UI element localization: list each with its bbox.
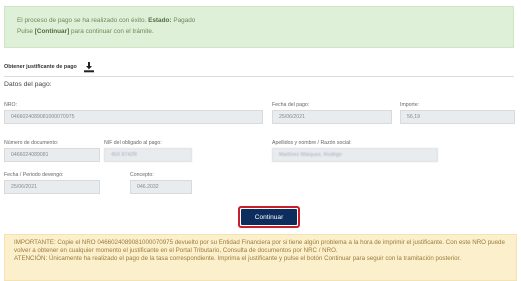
num-documento-label: Número de documento: (4, 140, 59, 146)
status-label: Estado: (148, 17, 172, 24)
warning-alert: IMPORTANTE: Copie el NRO 046602408908100… (4, 234, 517, 281)
justificante-label[interactable]: Obtener justificante de pago (4, 64, 77, 70)
nif-label: NIF del obligado al pago: (104, 140, 162, 146)
devengo-label: Fecha / Periodo devengo: (4, 172, 64, 178)
concepto-label: Concepto: (130, 172, 154, 178)
num-documento-field: 0466024089081 (4, 148, 100, 162)
nif-field: 45X 8742R (104, 148, 192, 162)
nro-label: NRO: (4, 102, 17, 108)
concepto-field: 046.2032 (130, 180, 192, 194)
importe-field: 56,19 (400, 110, 515, 124)
fecha-pago-label: Fecha del pago: (272, 102, 310, 108)
section-title: Datos del pago: (4, 81, 52, 88)
warning-atencion-text: ATENCIÓN: Únicamente ha realizado el pag… (14, 254, 461, 262)
success-alert: El proceso de pago se ha realizado con é… (4, 6, 514, 48)
obtener-justificante[interactable]: Obtener justificante de pago (4, 60, 514, 74)
success-message: El proceso de pago se ha realizado con é… (17, 17, 147, 24)
status-value: Pagado (173, 17, 196, 24)
apellidos-label: Apellidos y nombre / Razón social: (272, 140, 352, 146)
devengo-field: 25/06/2021 (4, 180, 100, 194)
pulse-suffix: para continuar con el trámite. (71, 28, 154, 35)
download-icon[interactable] (83, 61, 95, 73)
apellidos-field: Martínez Márquez, Rodrigo (272, 148, 438, 162)
warning-important-text: IMPORTANTE: Copie el NRO 046602408908100… (14, 239, 505, 254)
pulse-text: Pulse (17, 28, 33, 35)
continuar-inline-link: [Continuar] (34, 28, 70, 35)
continuar-button[interactable]: Continuar (238, 206, 300, 228)
nro-field: 0466024089081000070975 (4, 110, 263, 124)
importe-label: Importe: (400, 102, 420, 108)
fecha-pago-field: 25/06/2021 (272, 110, 392, 124)
success-line-2: Pulse [Continuar] para continuar con el … (17, 26, 501, 37)
divider (4, 76, 514, 77)
continuar-button-label[interactable]: Continuar (241, 209, 297, 225)
success-line-1: El proceso de pago se ha realizado con é… (17, 15, 501, 26)
